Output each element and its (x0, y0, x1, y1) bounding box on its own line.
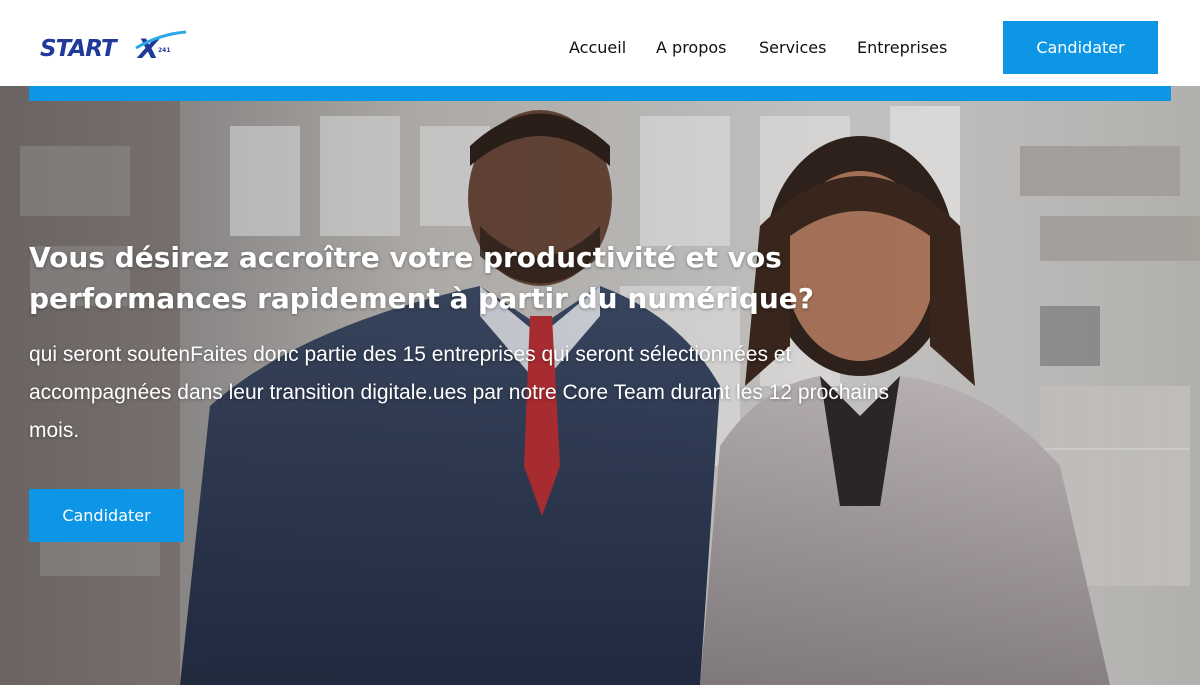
header-accent-bar (29, 86, 1171, 101)
nav-item-entreprises[interactable]: Entreprises (857, 37, 947, 59)
nav-item-accueil[interactable]: Accueil (569, 37, 626, 59)
nav-item-services[interactable]: Services (759, 37, 826, 59)
nav-item-a-propos[interactable]: A propos (656, 37, 726, 59)
header-candidater-button[interactable]: Candidater (1003, 21, 1158, 74)
hero-candidater-button[interactable]: Candidater (29, 489, 184, 542)
hero-title: Vous désirez accroître votre productivit… (29, 241, 814, 315)
hero-section: Vous désirez accroître votre productivit… (0, 86, 1200, 685)
hero-subtitle: qui seront soutenFaites donc partie des … (29, 343, 889, 442)
site-header: START X 241 Accueil A propos Services En… (0, 0, 1200, 86)
